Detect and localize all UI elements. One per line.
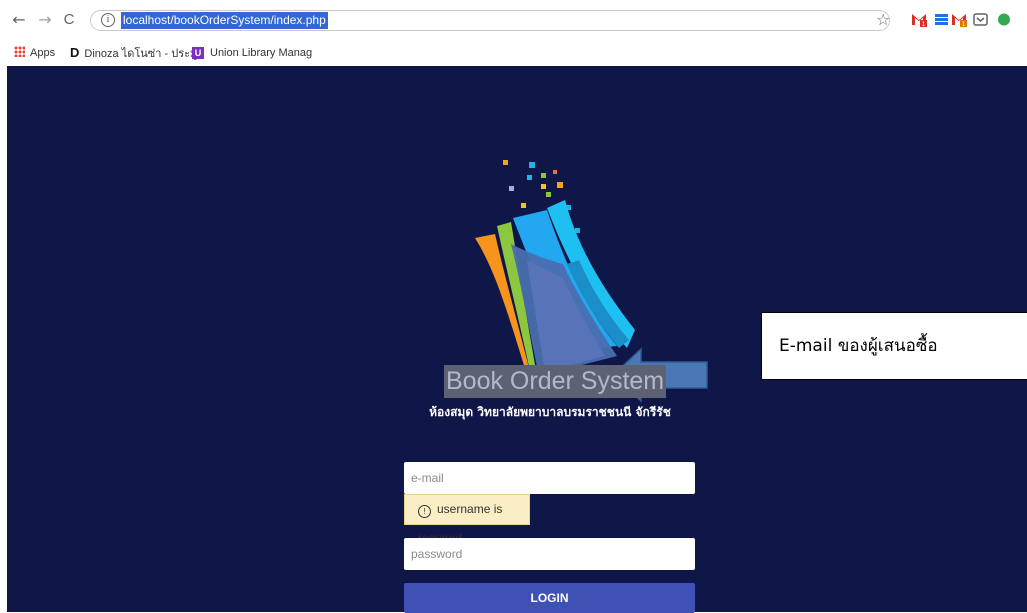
bookmark-apps[interactable]: Apps: [14, 46, 55, 60]
email-input[interactable]: e-mail: [404, 462, 695, 494]
page-title: Book Order System: [444, 365, 667, 398]
annotation-text: E-mail ของผู้เสนอซื้อ: [779, 336, 938, 356]
star-icon[interactable]: ☆: [876, 10, 890, 29]
back-icon[interactable]: ←: [10, 10, 28, 30]
url-text[interactable]: localhost/bookOrderSystem/index.php: [121, 12, 328, 29]
bookmark-dinoza-label: Dinoza ไดโนซ่า - ประมู: [84, 48, 198, 60]
annotation-callout: E-mail ของผู้เสนอซื้อ: [761, 312, 1027, 380]
forward-icon[interactable]: →: [36, 10, 54, 30]
dinoza-icon: D: [70, 45, 80, 60]
bookmark-union-library[interactable]: U Union Library Manag: [192, 46, 312, 60]
bookmark-dinoza[interactable]: D Dinoza ไดโนซ่า - ประมู: [70, 45, 198, 61]
union-library-icon: U: [192, 47, 204, 59]
validation-tooltip: !username is required: [404, 494, 530, 545]
pocket-extension-icon[interactable]: [973, 13, 988, 26]
bookmarks-bar: Apps D Dinoza ไดโนซ่า - ประมู U Union Libr…: [0, 40, 1027, 66]
password-placeholder: password: [411, 547, 463, 561]
library-subtitle: ห้องสมุด วิทยาลัยพยาบาลบรมราชชนนี จักรีร…: [429, 405, 671, 419]
warning-icon: !: [418, 505, 431, 518]
svg-text:1: 1: [962, 21, 966, 27]
apps-grid-icon: [14, 46, 25, 57]
svg-text:1: 1: [922, 21, 926, 27]
list-extension-icon[interactable]: [934, 13, 949, 26]
gmail-extension-icon[interactable]: 1: [911, 11, 927, 27]
browser-toolbar: ← → C i localhost/bookOrderSystem/index.…: [0, 0, 1027, 40]
email-placeholder: e-mail: [411, 471, 444, 485]
gmail-notifier-icon[interactable]: 1: [951, 11, 967, 27]
bookmark-apps-label: Apps: [30, 47, 56, 59]
reload-icon[interactable]: C: [60, 10, 78, 30]
green-extension-icon[interactable]: [995, 13, 1010, 26]
login-button[interactable]: LOGIN: [404, 583, 695, 613]
password-input[interactable]: password: [404, 538, 695, 570]
bookmark-union-label: Union Library Manag: [210, 47, 313, 59]
info-icon[interactable]: i: [101, 13, 115, 27]
address-bar[interactable]: i localhost/bookOrderSystem/index.php: [90, 10, 890, 31]
